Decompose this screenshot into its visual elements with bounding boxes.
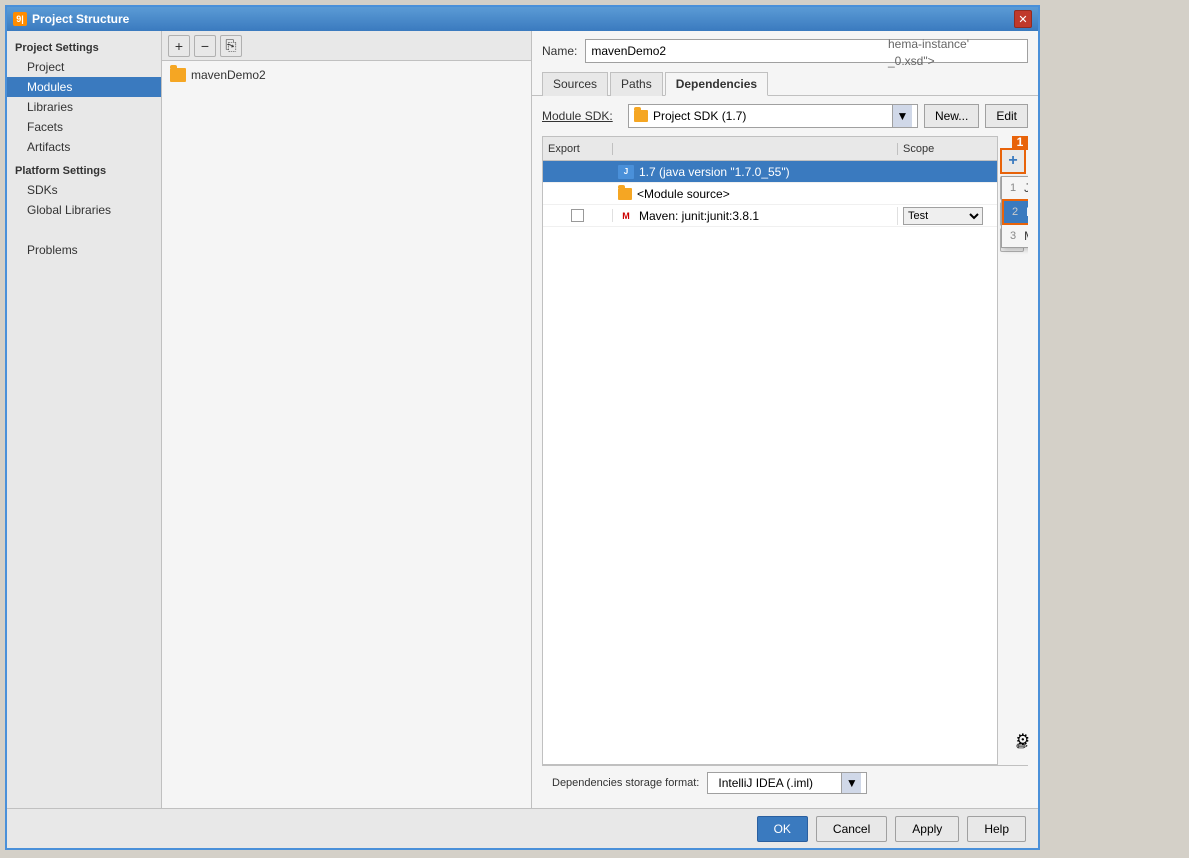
dropdown-num-1: 1 — [1010, 182, 1016, 194]
cancel-button[interactable]: Cancel — [816, 816, 887, 842]
storage-format-row: Dependencies storage format: IntelliJ ID… — [542, 765, 1028, 800]
platform-settings-header: Platform Settings — [7, 157, 161, 180]
sdk-label: Module SDK: — [542, 109, 622, 123]
col-scope-header: Scope — [897, 143, 997, 155]
storage-dropdown-arrow[interactable]: ▼ — [841, 773, 861, 793]
copy-module-button[interactable]: ⎘ — [220, 35, 242, 57]
sidebar-item-facets[interactable]: Facets — [7, 117, 161, 137]
module-panel: + − ⎘ mavenDemo2 — [162, 31, 532, 808]
storage-select[interactable]: IntelliJ IDEA (.iml) ▼ — [707, 772, 867, 794]
sidebar-item-global-libraries[interactable]: Global Libraries — [7, 200, 161, 220]
dropdown-label-2: Library... — [1026, 205, 1028, 219]
app-icon: 9| — [13, 12, 27, 26]
sidebar-item-problems[interactable]: Problems — [7, 240, 161, 260]
sidebar-item-project[interactable]: Project — [7, 57, 161, 77]
folder-icon — [170, 68, 186, 82]
close-button[interactable]: ✕ — [1014, 10, 1032, 28]
table-header: Export Scope — [543, 137, 997, 161]
gear-icon: ⚙ — [1016, 732, 1030, 749]
window-title: Project Structure — [32, 12, 129, 26]
sidebar-item-modules[interactable]: Modules — [7, 77, 161, 97]
title-bar: 9| Project Structure ✕ — [7, 7, 1038, 31]
tab-paths[interactable]: Paths — [610, 72, 663, 96]
apply-button[interactable]: Apply — [895, 816, 959, 842]
sdk-folder-icon — [634, 110, 648, 122]
add-dropdown-menu: 1 JARs or directories... 2 Library... 2 … — [1001, 176, 1028, 248]
scope-select-3[interactable]: Test Compile Runtime Provided — [903, 207, 983, 225]
jdk-icon: J — [618, 165, 634, 179]
cell-scope-3[interactable]: Test Compile Runtime Provided — [897, 207, 997, 225]
sdk-value: Project SDK (1.7) — [653, 109, 892, 123]
cell-name-3: M Maven: junit:junit:3.8.1 — [613, 207, 897, 225]
dropdown-num-3: 3 — [1010, 230, 1016, 242]
dependencies-content: Module SDK: Project SDK (1.7) ▼ New... E… — [532, 96, 1038, 808]
remove-module-button[interactable]: − — [194, 35, 216, 57]
dropdown-item-jars[interactable]: 1 JARs or directories... — [1002, 177, 1028, 199]
sidebar: Project Settings Project Modules Librari… — [7, 31, 162, 808]
cell-export-3[interactable] — [543, 209, 613, 222]
sidebar-item-sdks[interactable]: SDKs — [7, 180, 161, 200]
sdk-row: Module SDK: Project SDK (1.7) ▼ New... E… — [542, 104, 1028, 128]
table-row[interactable]: <Module source> — [543, 183, 997, 205]
bg-code: hema-instance' _0.xsd"> — [888, 36, 1038, 70]
sidebar-item-artifacts[interactable]: Artifacts — [7, 137, 161, 157]
dropdown-num-2: 2 — [1012, 206, 1018, 218]
sdk-new-button[interactable]: New... — [924, 104, 979, 128]
cell-name-2: <Module source> — [613, 185, 897, 203]
cell-name-1: J 1.7 (java version "1.7.0_55") — [613, 163, 897, 181]
sdk-select[interactable]: Project SDK (1.7) ▼ — [628, 104, 918, 128]
add-button-container: 1 + — [1000, 136, 1028, 174]
add-dependency-button[interactable]: + — [1000, 148, 1026, 174]
dep-name-2: <Module source> — [637, 187, 730, 201]
plus-icon: + — [1008, 152, 1017, 170]
project-settings-header: Project Settings — [7, 39, 161, 57]
table-row[interactable]: M Maven: junit:junit:3.8.1 Test Compile … — [543, 205, 997, 227]
sdk-edit-button[interactable]: Edit — [985, 104, 1028, 128]
module-toolbar: + − ⎘ — [162, 31, 531, 61]
export-checkbox-3[interactable] — [571, 209, 584, 222]
tab-dependencies[interactable]: Dependencies — [665, 72, 768, 96]
dropdown-label-1: JARs or directories... — [1024, 181, 1028, 195]
add-module-button[interactable]: + — [168, 35, 190, 57]
bottom-bar: OK Cancel Apply Help — [7, 808, 1038, 848]
ok-button[interactable]: OK — [757, 816, 808, 842]
module-source-icon — [618, 188, 632, 200]
storage-value: IntelliJ IDEA (.iml) — [713, 776, 841, 790]
dropdown-item-library[interactable]: 2 Library... 2 — [1002, 199, 1028, 225]
badge-1: 1 — [1012, 136, 1028, 150]
help-button[interactable]: Help — [967, 816, 1026, 842]
maven-icon: M — [618, 209, 634, 223]
sidebar-item-libraries[interactable]: Libraries — [7, 97, 161, 117]
dropdown-label-3: Module Dependency... — [1024, 229, 1028, 243]
module-list: mavenDemo2 — [162, 61, 531, 808]
dependencies-table: Export Scope J 1.7 (java version "1.7.0_… — [542, 136, 998, 765]
dep-name-3: Maven: junit:junit:3.8.1 — [639, 209, 759, 223]
dropdown-item-module-dep[interactable]: 3 Module Dependency... — [1002, 225, 1028, 247]
name-label: Name: — [542, 44, 577, 58]
col-export-header: Export — [543, 143, 613, 155]
table-row[interactable]: J 1.7 (java version "1.7.0_55") — [543, 161, 997, 183]
gear-settings-button[interactable]: ⚙ — [1016, 730, 1030, 750]
sdk-dropdown-arrow[interactable]: ▼ — [892, 105, 912, 127]
tabs-row: Sources Paths Dependencies — [532, 71, 1038, 96]
right-panel: hema-instance' _0.xsd"> Name: Sources Pa… — [532, 31, 1038, 808]
list-item[interactable]: mavenDemo2 — [162, 65, 531, 85]
module-name: mavenDemo2 — [191, 68, 266, 82]
tab-sources[interactable]: Sources — [542, 72, 608, 96]
dep-name-1: 1.7 (java version "1.7.0_55") — [639, 165, 790, 179]
storage-label: Dependencies storage format: — [552, 777, 699, 789]
table-area: Export Scope J 1.7 (java version "1.7.0_… — [542, 136, 1028, 765]
